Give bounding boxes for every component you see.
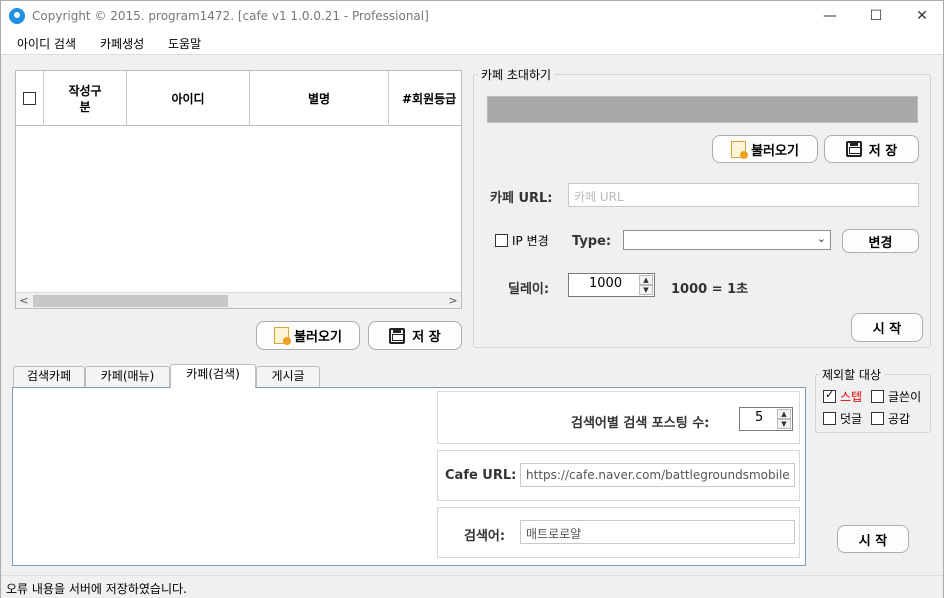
title-bar: Copyright © 2015. program1472. [cafe v1 … [1, 1, 943, 31]
delay-hint: 1000 = 1초 [671, 282, 749, 297]
grid-save-label: 저 장 [412, 330, 441, 345]
minimize-button[interactable]: — [807, 1, 853, 31]
invite-save-button[interactable]: 저 장 [824, 135, 919, 163]
invite-load-button[interactable]: 불러오기 [712, 135, 818, 163]
type-label: Type: [572, 234, 612, 249]
tab-cafe-menu[interactable]: 카페(매뉴) [85, 366, 170, 387]
posting-count-label: 검색어별 검색 포스팅 수: [571, 416, 710, 431]
invite-progress-bar [487, 96, 918, 123]
floppy-disk-icon [845, 141, 862, 157]
exclude-staff-label: 스텝 [840, 390, 863, 404]
grid-header: 작성구 분 아이디 별명 #회원등급 [16, 71, 461, 126]
posting-count-spinner-buttons[interactable]: ▲ ▼ [777, 409, 791, 429]
grid-load-label: 불러오기 [294, 330, 342, 345]
delay-spinner-buttons[interactable]: ▲ ▼ [639, 275, 653, 295]
exclude-comment-checkbox[interactable]: 덧글 [823, 410, 862, 427]
menu-cafe-create[interactable]: 카페생성 [100, 35, 144, 52]
column-header-id[interactable]: 아이디 [127, 71, 250, 126]
grid-load-button[interactable]: 불러오기 [256, 321, 360, 350]
menu-help[interactable]: 도움말 [168, 35, 201, 52]
exclude-comment-checkbox-box[interactable] [823, 412, 836, 425]
delay-value[interactable]: 1000 [589, 276, 622, 291]
grid-save-button[interactable]: 저 장 [368, 321, 462, 350]
chevron-down-icon: ⌄ [816, 232, 826, 245]
change-button[interactable]: 변경 [842, 229, 919, 253]
invite-start-button[interactable]: 시 작 [851, 313, 923, 342]
type-select[interactable]: ⌄ [623, 230, 831, 250]
ip-change-checkbox[interactable]: IP 변경 [495, 232, 549, 249]
exclude-like-checkbox[interactable]: 공감 [871, 410, 910, 427]
tab-cafe-search[interactable]: 카페(검색) [170, 364, 256, 388]
window-title: Copyright © 2015. program1472. [cafe v1 … [32, 9, 429, 23]
spin-down-icon[interactable]: ▼ [639, 285, 653, 295]
menu-id-search[interactable]: 아이디 검색 [17, 35, 76, 52]
cafe-invite-group-title: 카페 초대하기 [478, 66, 555, 83]
scrollbar-thumb[interactable] [33, 295, 228, 307]
select-all-checkbox-cell[interactable] [16, 71, 44, 126]
status-bar: 오류 내용을 서버에 저장하였습니다. [1, 575, 943, 598]
column-header-author-type[interactable]: 작성구 분 [44, 71, 127, 126]
floppy-disk-icon [389, 327, 406, 344]
cafe-url-input[interactable]: 카페 URL [568, 183, 919, 207]
exclude-comment-label: 덧글 [840, 412, 863, 426]
column-header-member-grade[interactable]: #회원등급 [389, 71, 461, 126]
cafe-search-tab-panel: 검색어별 검색 포스팅 수: 5 ▲ ▼ Cafe URL: https://c… [12, 387, 806, 566]
exclude-author-label: 글쓴이 [888, 390, 922, 404]
exclude-group-title: 제외할 대상 [819, 366, 885, 383]
scroll-left-icon[interactable]: < [16, 293, 32, 309]
load-document-icon [274, 327, 292, 345]
cafe-url-label: 카페 URL: [490, 191, 553, 206]
exclude-staff-checkbox[interactable]: 스텝 [823, 388, 862, 405]
status-text: 오류 내용을 서버에 저장하였습니다. [6, 582, 187, 596]
posting-count-spinner[interactable]: 5 ▲ ▼ [739, 407, 793, 431]
exclude-like-checkbox-box[interactable] [871, 412, 884, 425]
ip-change-label: IP 변경 [512, 234, 549, 248]
close-button[interactable]: ✕ [899, 1, 944, 31]
select-all-checkbox[interactable] [23, 92, 36, 105]
app-window: Copyright © 2015. program1472. [cafe v1 … [0, 0, 944, 598]
maximize-button[interactable]: ☐ [853, 1, 899, 31]
scroll-right-icon[interactable]: > [445, 293, 461, 309]
search-start-button[interactable]: 시 작 [837, 525, 909, 553]
grid-horizontal-scrollbar[interactable]: < > [16, 292, 461, 308]
keyword-input[interactable]: 매트로로얄 [520, 520, 795, 544]
search-cafe-url-box: Cafe URL: https://cafe.naver.com/battleg… [437, 450, 800, 501]
spin-up-icon[interactable]: ▲ [777, 409, 791, 419]
ip-change-checkbox-box[interactable] [495, 234, 508, 247]
exclude-staff-checkbox-box[interactable] [823, 388, 836, 403]
keyword-label: 검색어: [464, 529, 506, 544]
search-cafe-url-input[interactable]: https://cafe.naver.com/battlegroundsmobi… [520, 463, 795, 487]
keyword-box: 검색어: 매트로로얄 [437, 507, 800, 558]
tab-posts[interactable]: 게시글 [256, 366, 320, 387]
column-header-nickname[interactable]: 별명 [250, 71, 389, 126]
spin-down-icon[interactable]: ▼ [777, 419, 791, 429]
spin-up-icon[interactable]: ▲ [639, 275, 653, 285]
posting-count-value[interactable]: 5 [755, 410, 763, 425]
invite-save-label: 저 장 [868, 143, 898, 159]
load-document-icon [731, 140, 749, 159]
exclude-like-label: 공감 [888, 412, 911, 426]
invite-load-label: 불러오기 [751, 143, 799, 159]
search-cafe-url-label: Cafe URL: [445, 468, 517, 483]
menu-bar: 아이디 검색 카페생성 도움말 [1, 31, 943, 55]
app-logo-icon [9, 8, 25, 24]
tab-search-cafe[interactable]: 검색카페 [13, 366, 85, 387]
delay-spinner[interactable]: 1000 ▲ ▼ [568, 273, 655, 297]
exclude-author-checkbox-box[interactable] [871, 390, 884, 403]
delay-label: 딜레이: [508, 282, 550, 297]
posting-count-box: 검색어별 검색 포스팅 수: 5 ▲ ▼ [437, 391, 800, 444]
exclude-author-checkbox[interactable]: 글쓴이 [871, 388, 921, 405]
member-grid[interactable]: 작성구 분 아이디 별명 #회원등급 < > [15, 70, 462, 309]
